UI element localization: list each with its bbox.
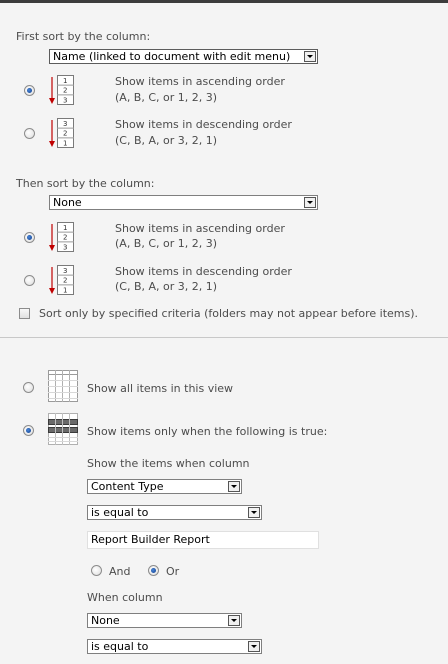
sort-ascending-icon: 1 23 [49, 222, 74, 252]
show-items-when-label: Show items only when the following is tr… [87, 425, 328, 438]
condition1-column-select[interactable]: Content Type [87, 479, 242, 494]
condition2-operator-select[interactable]: is equal to [87, 639, 262, 654]
svg-text:1: 1 [63, 286, 67, 294]
chevron-down-icon [228, 481, 240, 492]
section-divider [0, 337, 448, 338]
then-sort-asc-text: Show items in ascending order [115, 222, 285, 235]
list-grid-icon [48, 370, 78, 402]
then-sort-ascending-radio[interactable] [24, 232, 35, 243]
chevron-down-icon [304, 51, 316, 62]
logic-and-radio[interactable] [91, 565, 102, 576]
chevron-down-icon [304, 197, 316, 208]
first-sort-desc-text: Show items in descending order [115, 118, 292, 131]
filter-grid-icon [48, 413, 78, 445]
condition2-column-select[interactable]: None [87, 613, 242, 628]
condition1-operator-value: is equal to [91, 506, 149, 519]
then-sort-desc-example: (C, B, A, or 3, 2, 1) [115, 280, 218, 293]
then-sort-desc-text: Show items in descending order [115, 265, 292, 278]
svg-text:3: 3 [63, 120, 67, 128]
condition1-label: Show the items when column [87, 457, 250, 470]
then-sort-column-select[interactable]: None [49, 195, 318, 210]
show-items-when-radio[interactable] [23, 425, 34, 436]
condition2-operator-value: is equal to [91, 640, 149, 653]
first-sort-asc-example: (A, B, C, or 1, 2, 3) [115, 91, 218, 104]
svg-text:3: 3 [63, 243, 67, 251]
top-border [0, 0, 448, 3]
first-sort-asc-text: Show items in ascending order [115, 75, 285, 88]
then-sort-asc-example: (A, B, C, or 1, 2, 3) [115, 237, 218, 250]
condition1-value-input[interactable]: Report Builder Report [87, 531, 319, 549]
show-all-items-label: Show all items in this view [87, 382, 234, 395]
logic-and-label: And [109, 565, 131, 578]
logic-or-label: Or [166, 565, 180, 578]
first-sort-descending-radio[interactable] [24, 128, 35, 139]
condition2-label: When column [87, 591, 163, 604]
svg-text:2: 2 [63, 277, 67, 285]
then-sort-descending-radio[interactable] [24, 275, 35, 286]
svg-text:1: 1 [63, 139, 67, 147]
sort-criteria-only-checkbox[interactable] [19, 308, 30, 319]
condition1-column-value: Content Type [91, 480, 164, 493]
condition1-operator-select[interactable]: is equal to [87, 505, 262, 520]
svg-text:2: 2 [63, 130, 67, 138]
first-sort-desc-example: (C, B, A, or 3, 2, 1) [115, 134, 218, 147]
sort-criteria-only-label: Sort only by specified criteria (folders… [39, 307, 419, 320]
then-sort-label: Then sort by the column: [16, 177, 155, 190]
svg-text:2: 2 [63, 87, 67, 95]
sort-descending-icon: 3 21 [49, 118, 74, 148]
first-sort-column-value: Name (linked to document with edit menu) [53, 50, 291, 63]
logic-or-radio[interactable] [148, 565, 159, 576]
first-sort-ascending-radio[interactable] [24, 85, 35, 96]
svg-text:1: 1 [63, 77, 67, 85]
sort-ascending-icon: 1 23 [49, 75, 74, 105]
condition2-column-value: None [91, 614, 120, 627]
first-sort-column-select[interactable]: Name (linked to document with edit menu) [49, 49, 318, 64]
svg-text:2: 2 [63, 234, 67, 242]
then-sort-column-value: None [53, 196, 82, 209]
show-all-items-radio[interactable] [23, 382, 34, 393]
svg-text:3: 3 [63, 267, 67, 275]
chevron-down-icon [248, 641, 260, 652]
sort-descending-icon: 3 21 [49, 265, 74, 295]
chevron-down-icon [248, 507, 260, 518]
svg-text:3: 3 [63, 96, 67, 104]
first-sort-label: First sort by the column: [16, 30, 151, 43]
svg-text:1: 1 [63, 224, 67, 232]
chevron-down-icon [228, 615, 240, 626]
